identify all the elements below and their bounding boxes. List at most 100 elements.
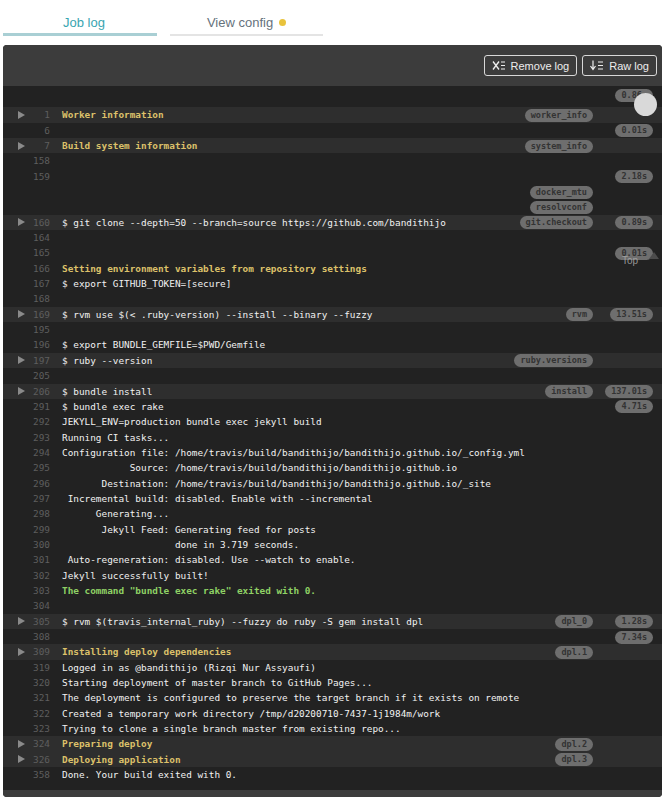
line-number[interactable]: 159 <box>3 169 50 184</box>
log-row: 1 Worker information worker_info <box>3 107 662 122</box>
log-row: 321The deployment is configured to prese… <box>3 690 662 705</box>
log-row: 158 <box>3 153 662 168</box>
log-line-text: Running CI tasks... <box>62 430 169 445</box>
line-number[interactable]: 324 <box>3 736 50 751</box>
line-number[interactable]: 197 <box>3 353 50 368</box>
remove-log-button[interactable]: Remove log <box>484 55 578 76</box>
line-number[interactable]: 301 <box>3 552 50 567</box>
line-number[interactable]: 292 <box>3 414 50 429</box>
line-number[interactable]: 164 <box>3 230 50 245</box>
line-number[interactable]: 158 <box>3 153 50 168</box>
line-number[interactable]: 293 <box>3 430 50 445</box>
line-number[interactable]: 6 <box>3 123 50 138</box>
log-row: 205 <box>3 368 662 383</box>
log-line-text: Created a temporary work directory /tmp/… <box>62 706 440 721</box>
log-row: 197$ ruby --versionruby.versions <box>3 353 662 368</box>
line-number[interactable]: 309 <box>3 644 50 659</box>
line-number[interactable]: 160 <box>3 215 50 230</box>
log-row: 302Jekyll successfully built! <box>3 568 662 583</box>
log-row: docker_mtu <box>3 184 662 199</box>
tab-view-config[interactable]: View config <box>170 10 323 34</box>
line-number[interactable]: 358 <box>3 767 50 782</box>
line-number[interactable]: 196 <box>3 337 50 352</box>
line-number[interactable]: 169 <box>3 307 50 322</box>
fold-name-badge[interactable]: rvm <box>566 308 593 321</box>
log-row: 304 <box>3 598 662 613</box>
line-number[interactable]: 291 <box>3 399 50 414</box>
line-number[interactable]: 303 <box>3 583 50 598</box>
line-number[interactable]: 302 <box>3 568 50 583</box>
fold-name-badge[interactable]: dpl_0 <box>555 615 593 628</box>
duration-badge: 13.51s <box>610 308 653 321</box>
line-number[interactable]: 297 <box>3 491 50 506</box>
fold-name-badge[interactable]: system_info <box>525 140 593 153</box>
log-row: 305$ rvm $(travis_internal_ruby) --fuzzy… <box>3 614 662 629</box>
line-number[interactable]: 300 <box>3 537 50 552</box>
line-number[interactable]: 322 <box>3 706 50 721</box>
line-number[interactable]: 321 <box>3 690 50 705</box>
fold-name-badge[interactable]: dpl.3 <box>555 753 593 766</box>
line-number[interactable]: 326 <box>3 752 50 767</box>
log-row: 196$ export BUNDLE_GEMFILE=$PWD/Gemfile <box>3 337 662 352</box>
log-line-text: Setting environment variables from repos… <box>62 261 367 276</box>
duration-badge: 2.18s <box>615 170 653 183</box>
log-line-text: Jekyll Feed: Generating feed for posts <box>62 522 316 537</box>
line-number[interactable]: 305 <box>3 614 50 629</box>
log-line-text: Destination: /home/travis/build/bandithi… <box>62 476 491 491</box>
fold-name-badge[interactable]: git.checkout <box>520 216 593 229</box>
line-number[interactable]: 167 <box>3 276 50 291</box>
line-number[interactable]: 323 <box>3 721 50 736</box>
line-number[interactable]: 1 <box>3 107 50 122</box>
raw-log-button[interactable]: Raw log <box>582 55 657 76</box>
log-row: 7 Build system information system_info <box>3 138 662 153</box>
fold-name-badge[interactable]: ruby.versions <box>514 354 593 367</box>
line-number[interactable]: 299 <box>3 522 50 537</box>
duration-badge: 137.01s <box>605 385 653 398</box>
log-line-text: $ rvm use $(< .ruby-version) --install -… <box>62 307 372 322</box>
log-row: 164 <box>3 230 662 245</box>
log-row: 167 $ export GITHUB_TOKEN=[secure] <box>3 276 662 291</box>
log-row: 309Installing deploy dependenciesdpl.1 <box>3 644 662 659</box>
tab-job-log-label: Job log <box>63 15 105 30</box>
line-number[interactable]: 296 <box>3 476 50 491</box>
log-line-text: JEKYLL_ENV=production bundle exec jekyll… <box>62 414 322 429</box>
log-row: 319Logged in as @bandithijo (Rizqi Nur A… <box>3 660 662 675</box>
duration-badge: 0.89s <box>615 216 653 229</box>
scroll-knob[interactable] <box>634 93 657 116</box>
log-row: 0.86s <box>3 87 662 102</box>
scroll-to-top-button[interactable]: Top <box>622 252 659 266</box>
fold-name-badge[interactable]: dpl.2 <box>555 738 593 751</box>
line-number[interactable]: 205 <box>3 368 50 383</box>
fold-name-badge[interactable]: install <box>545 385 593 398</box>
line-number[interactable]: 308 <box>3 629 50 644</box>
log-row: 166 Setting environment variables from re… <box>3 261 662 276</box>
line-number[interactable]: 304 <box>3 598 50 613</box>
line-number[interactable]: 295 <box>3 460 50 475</box>
line-number[interactable]: 7 <box>3 138 50 153</box>
active-tab-underline <box>3 33 157 36</box>
line-number[interactable]: 166 <box>3 261 50 276</box>
log-line-text: Build system information <box>62 138 197 153</box>
line-number[interactable]: 206 <box>3 384 50 399</box>
fold-name-badge[interactable]: worker_info <box>525 109 593 122</box>
tab-bar: Job log View config <box>0 0 665 45</box>
log-line-text: Worker information <box>62 107 164 122</box>
log-line-text: $ bundle exec rake <box>62 399 164 414</box>
line-number[interactable]: 195 <box>3 322 50 337</box>
fold-name-badge[interactable]: resolvconf <box>530 201 593 214</box>
line-number[interactable]: 294 <box>3 445 50 460</box>
line-number[interactable]: 165 <box>3 245 50 260</box>
line-number[interactable]: 319 <box>3 660 50 675</box>
log-row: 3087.34s <box>3 629 662 644</box>
scroll-to-top-arrow-icon <box>649 252 659 259</box>
log-line-text: Deploying application <box>62 752 181 767</box>
log-line-text: $ export GITHUB_TOKEN=[secure] <box>62 276 231 291</box>
log-row: 168 <box>3 291 662 306</box>
line-number[interactable]: 298 <box>3 506 50 521</box>
line-number[interactable]: 168 <box>3 291 50 306</box>
log-line-text: Preparing deploy <box>62 736 152 751</box>
line-number[interactable]: 320 <box>3 675 50 690</box>
fold-name-badge[interactable]: docker_mtu <box>530 186 593 199</box>
tab-job-log[interactable]: Job log <box>7 10 161 34</box>
fold-name-badge[interactable]: dpl.1 <box>555 646 593 659</box>
